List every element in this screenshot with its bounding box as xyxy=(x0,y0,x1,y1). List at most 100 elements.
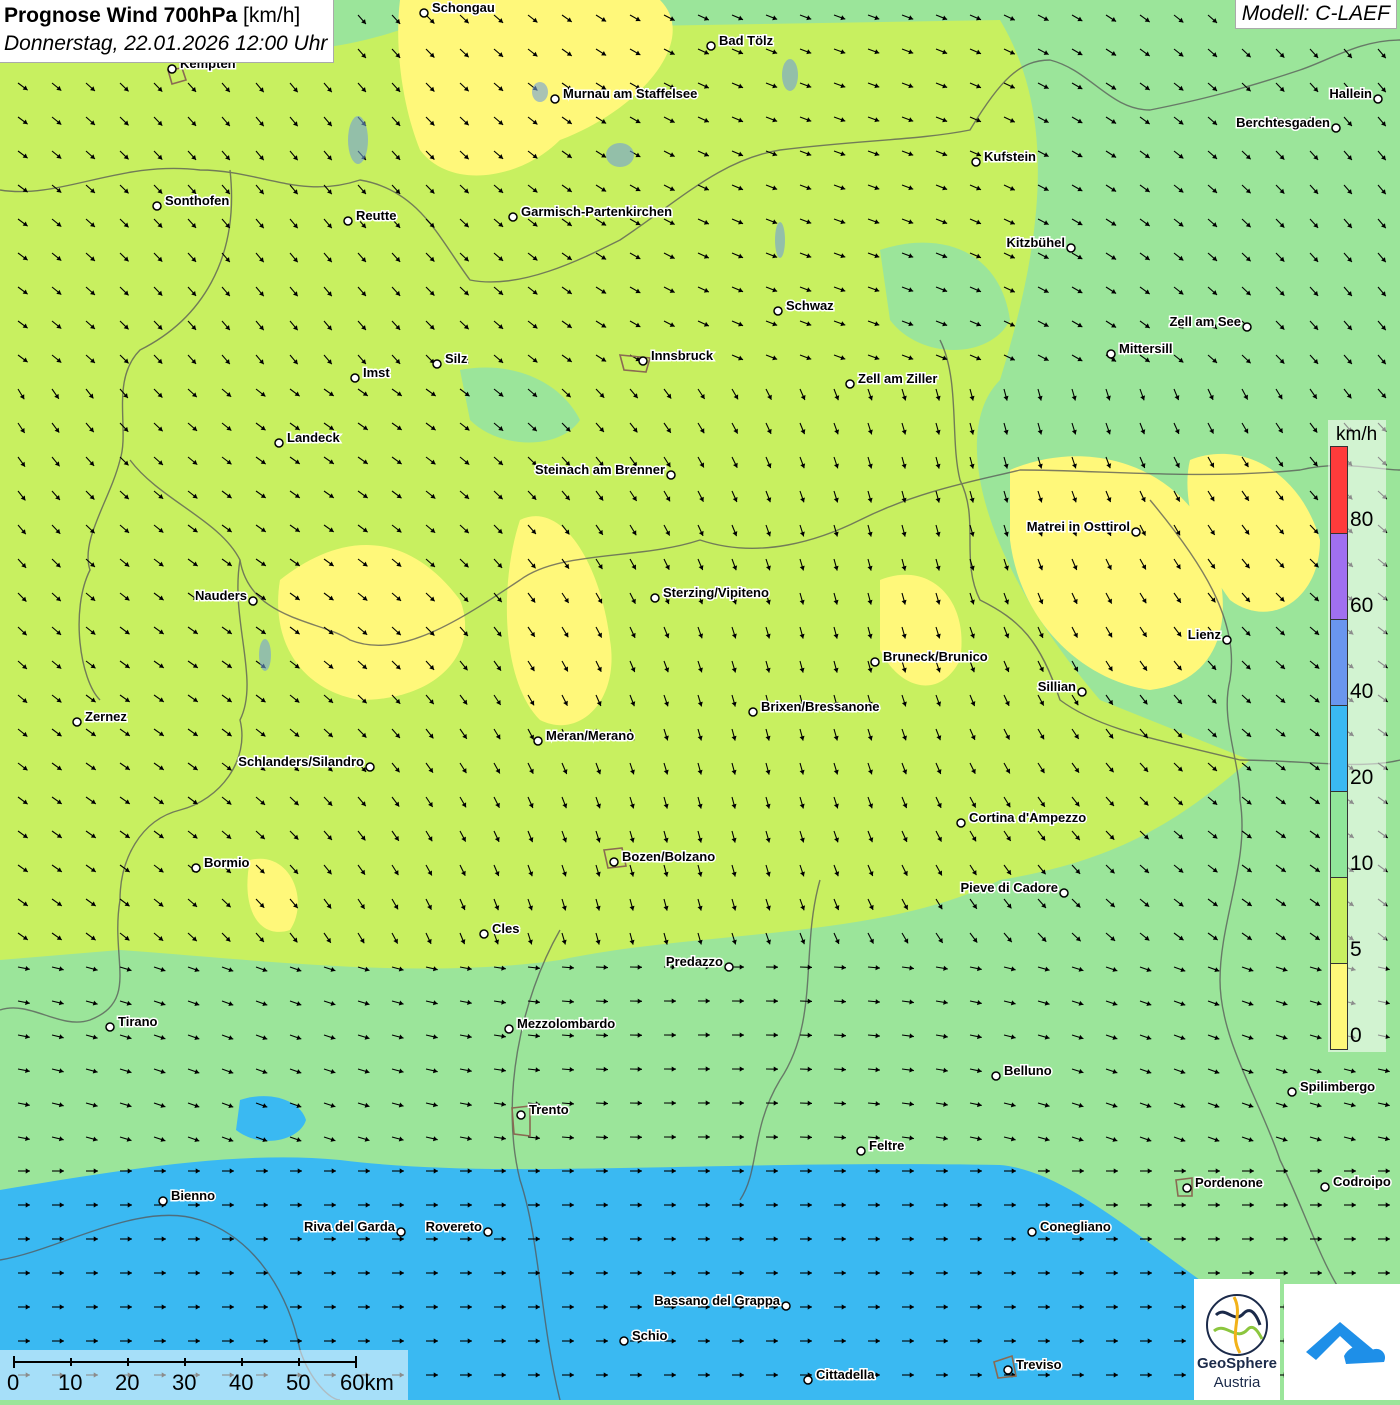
city-marker: Kitzbühel xyxy=(1007,235,1076,252)
city-label: Bruneck/Brunico xyxy=(883,649,988,664)
city-label: Sonthofen xyxy=(165,193,229,208)
city-label: Steinach am Brenner xyxy=(535,462,665,477)
city-label: Bassano del Grappa xyxy=(654,1293,780,1308)
city-marker: Garmisch-Partenkirchen xyxy=(509,204,672,221)
legend-unit: km/h xyxy=(1336,424,1377,446)
model-label: Modell: C-LAEF xyxy=(1235,0,1397,29)
city-marker: Meran/Merano xyxy=(534,728,634,745)
legend-tick-80: 80 xyxy=(1350,508,1373,532)
city-label: Kitzbühel xyxy=(1007,235,1066,250)
geosphere-emblem-icon xyxy=(1194,1285,1280,1365)
city-marker: Schlanders/Silandro xyxy=(238,754,374,771)
city-label: Schlanders/Silandro xyxy=(238,754,364,769)
forecast-datetime: Donnerstag, 22.01.2026 12:00 Uhr xyxy=(4,30,327,58)
city-label: Matrei in Osttirol xyxy=(1027,519,1130,534)
legend-segment-80 xyxy=(1330,446,1348,534)
city-label: Landeck xyxy=(287,430,341,445)
city-marker: Bassano del Grappa xyxy=(654,1293,790,1310)
city-label: Sterzing/Vipiteno xyxy=(663,585,769,600)
city-marker: Sonthofen xyxy=(153,193,229,210)
scale-label-50: 50 xyxy=(286,1370,310,1396)
city-label: Cles xyxy=(492,921,519,936)
city-label: Nauders xyxy=(195,588,247,603)
legend-segment-20 xyxy=(1330,705,1348,792)
city-label: Sillian xyxy=(1038,679,1076,694)
city-label: Tirano xyxy=(118,1014,158,1029)
legend-tick-10: 10 xyxy=(1350,852,1373,876)
city-label: Garmisch-Partenkirchen xyxy=(521,204,672,219)
city-marker: Pordenone xyxy=(1183,1175,1263,1192)
city-label: Hallein xyxy=(1329,86,1372,101)
title-main: Prognose Wind 700hPa xyxy=(4,4,237,27)
city-label: Berchtesgaden xyxy=(1236,115,1330,130)
city-label: Schio xyxy=(632,1328,667,1343)
weather-app-logo[interactable] xyxy=(1284,1284,1400,1400)
city-marker: Pieve di Cadore xyxy=(960,880,1068,897)
city-marker: Spilimbergo xyxy=(1288,1079,1375,1096)
city-label: Brixen/Bressanone xyxy=(761,699,880,714)
city-label: Pordenone xyxy=(1195,1175,1263,1190)
city-marker: Cortina d'Ampezzo xyxy=(957,810,1086,827)
legend-tick-40: 40 xyxy=(1350,680,1373,704)
title-unit: [km/h] xyxy=(243,4,300,27)
city-label: Bozen/Bolzano xyxy=(622,849,715,864)
scale-label-40: 40 xyxy=(229,1370,253,1396)
scale-label-20: 20 xyxy=(115,1370,139,1396)
city-marker: Innsbruck xyxy=(639,348,714,365)
city-marker: Bruneck/Brunico xyxy=(871,649,988,666)
city-label: Lienz xyxy=(1188,627,1222,642)
city-label: Innsbruck xyxy=(651,348,714,363)
city-label: Zell am See xyxy=(1169,314,1241,329)
legend-tick-20: 20 xyxy=(1350,766,1373,790)
legend-segment-0 xyxy=(1330,963,1348,1050)
city-label: Mezzolombardo xyxy=(517,1016,615,1031)
city-label: Bad Tölz xyxy=(719,33,774,48)
color-legend: km/h 80 60 40 20 10 5 0 xyxy=(1328,420,1386,1052)
scale-label-60km: 60km xyxy=(340,1370,394,1396)
geosphere-logo[interactable]: GeoSphere Austria xyxy=(1194,1279,1280,1400)
cloud-arrow-icon xyxy=(1284,1284,1400,1400)
map-title: Prognose Wind 700hPa [km/h] xyxy=(4,2,327,30)
legend-tick-60: 60 xyxy=(1350,594,1373,618)
city-label: Predazzo xyxy=(666,954,723,969)
city-label: Imst xyxy=(363,365,390,380)
wind-map[interactable]: SchongauBad TölzKemptenMurnau am Staffel… xyxy=(0,0,1400,1400)
city-marker: Bozen/Bolzano xyxy=(610,849,715,866)
city-label: Trento xyxy=(529,1102,569,1117)
city-label: Schwaz xyxy=(786,298,834,313)
city-label: Zernez xyxy=(85,709,127,724)
scale-label-10: 10 xyxy=(58,1370,82,1396)
legend-segment-40 xyxy=(1330,619,1348,706)
city-label: Cittadella xyxy=(816,1367,875,1382)
scale-label-0: 0 xyxy=(7,1370,19,1396)
city-label: Codroipo xyxy=(1333,1174,1391,1189)
scale-bar: 0 10 20 30 40 50 60km xyxy=(0,1350,408,1400)
city-label: Riva del Garda xyxy=(304,1219,396,1234)
logo-name: GeoSphere xyxy=(1194,1355,1280,1372)
city-marker: Zell am See xyxy=(1169,314,1251,331)
city-marker: Predazzo xyxy=(666,954,733,971)
city-label: Pieve di Cadore xyxy=(960,880,1058,895)
city-label: Bormio xyxy=(204,855,250,870)
city-label: Silz xyxy=(445,351,468,366)
city-marker: Murnau am Staffelsee xyxy=(551,86,697,103)
city-label: Kufstein xyxy=(984,149,1036,164)
city-label: Feltre xyxy=(869,1138,904,1153)
city-label: Mittersill xyxy=(1119,341,1172,356)
city-label: Meran/Merano xyxy=(546,728,634,743)
city-label: Conegliano xyxy=(1040,1219,1111,1234)
city-label: Murnau am Staffelsee xyxy=(563,86,697,101)
city-label: Treviso xyxy=(1016,1357,1062,1372)
city-marker: Zell am Ziller xyxy=(846,371,937,388)
city-marker: Conegliano xyxy=(1028,1219,1111,1236)
legend-tick-5: 5 xyxy=(1350,938,1362,962)
legend-tick-0: 0 xyxy=(1350,1024,1362,1048)
legend-segment-10 xyxy=(1330,791,1348,878)
map-title-box: Prognose Wind 700hPa [km/h] Donnerstag, … xyxy=(0,0,334,63)
city-label: Reutte xyxy=(356,208,396,223)
city-label: Zell am Ziller xyxy=(858,371,937,386)
city-label: Bienno xyxy=(171,1188,215,1203)
logo-sub: Austria xyxy=(1194,1374,1280,1391)
city-label: Belluno xyxy=(1004,1063,1052,1078)
city-marker: Mezzolombardo xyxy=(505,1016,615,1033)
